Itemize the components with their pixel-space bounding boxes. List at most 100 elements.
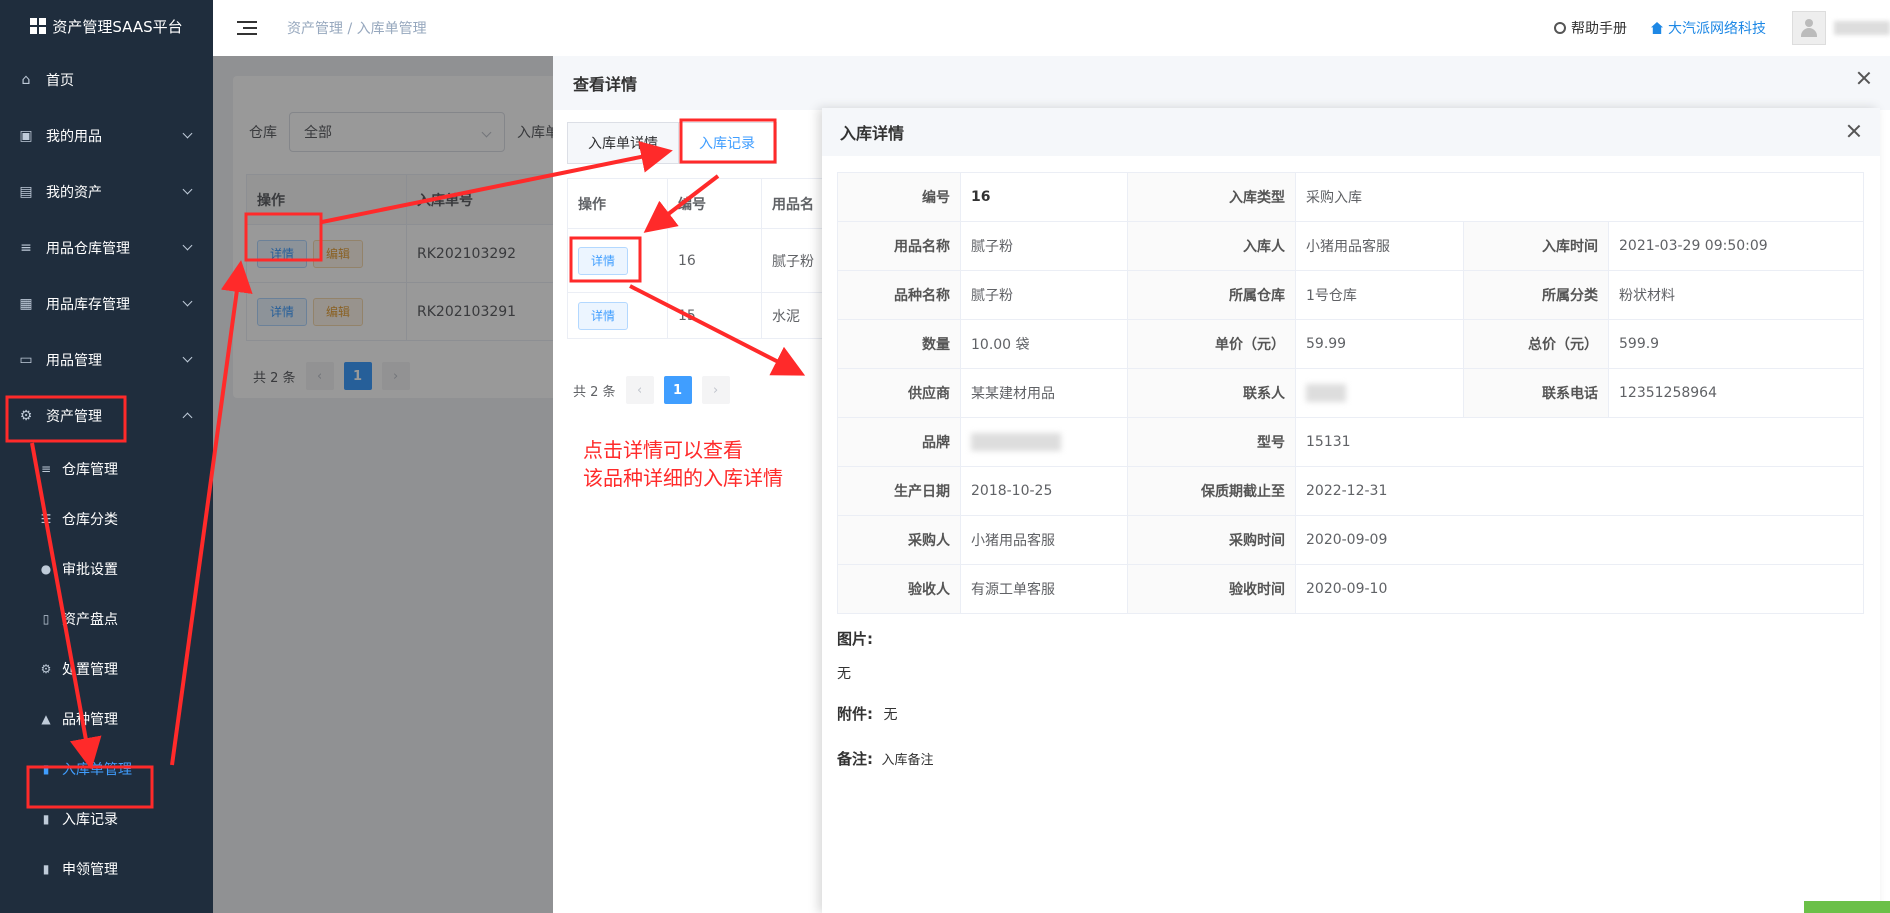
sidebar-item-inventory[interactable]: ▦ 用品库存管理 [0,276,213,332]
column-header: 用品名 [762,179,827,228]
tab-inbound-order-detail[interactable]: 入库单详情 [568,123,679,163]
prev-page-button[interactable]: ‹ [625,376,654,404]
detail-button[interactable]: 详情 [578,246,629,275]
detail-row: 采购人 小猪用品客服 采购时间 2020-09-09 [838,516,1864,565]
record-name: 腻子粉 [762,229,827,292]
avatar[interactable] [1792,11,1826,45]
detail-value: 2018-10-25 [961,467,1128,515]
sidebar-item-warehouse[interactable]: ≡ 用品仓库管理 [0,220,213,276]
sidebar-item-my-assets[interactable]: ▤ 我的资产 [0,164,213,220]
sidebar-item-my-supplies[interactable]: ▣ 我的用品 [0,108,213,164]
detail-value: 12351258964 [1609,369,1864,417]
detail-label: 采购时间 [1128,516,1296,564]
detail-value: 采购入库 [1296,173,1864,221]
sidebar-item-home[interactable]: ⌂ 首页 [0,52,213,108]
sidebar-subitem-inbound-orders[interactable]: ▮ 入库单管理 [0,744,213,794]
detail-row: 生产日期 2018-10-25 保质期截止至 2022-12-31 [838,467,1864,516]
next-page-button[interactable]: › [701,376,730,404]
brand[interactable]: 资产管理SAAS平台 [0,0,213,52]
drawer-close-button[interactable] [1856,70,1874,88]
tab-inbound-records[interactable]: 入库记录 [679,123,776,163]
detail-value: 粉状材料 [1609,271,1864,319]
detail-label: 入库时间 [1464,222,1609,270]
hamburger-menu-icon[interactable] [237,21,257,35]
chevron-down-icon [182,128,193,139]
sidebar-item-label: 首页 [46,73,74,89]
detail-value: 腻子粉 [961,222,1128,270]
sidebar-subitem-warehouse[interactable]: ≡ 仓库管理 [0,444,213,494]
detail-label: 保质期截止至 [1128,467,1296,515]
sidebar-item-supplies[interactable]: ▭ 用品管理 [0,332,213,388]
detail-row: 品牌 型号 15131 [838,418,1864,467]
detail-label: 采购人 [838,516,961,564]
sidebar-subitem-approval[interactable]: ● 审批设置 [0,544,213,594]
record-number: 16 [668,229,762,292]
column-header: 编号 [668,179,762,228]
detail-label: 验收时间 [1128,565,1296,613]
sidebar-item-label: 资产管理 [46,409,102,425]
detail-label: 入库人 [1128,222,1296,270]
detail-value: 有源工单客服 [961,565,1128,613]
bag-icon: ▣ [19,128,33,144]
detail-value: 某某建材用品 [961,369,1128,417]
brand-title: 资产管理SAAS平台 [52,17,183,36]
blurred-contact [1306,384,1346,402]
help-manual-link[interactable]: 帮助手册 [1554,18,1627,38]
sidebar-item-label: 我的资产 [46,185,102,201]
detail-label: 联系人 [1128,369,1296,417]
detail-row: 供应商 某某建材用品 联系人 联系电话 12351258964 [838,369,1864,418]
detail-label: 用品名称 [838,222,961,270]
drawer-close-button[interactable] [1846,123,1862,143]
sidebar-subitem-disposal[interactable]: ⚙ 处置管理 [0,644,213,694]
shopping-bag-icon: ▲ [41,712,51,726]
attachment-label: 附件: [837,705,873,723]
sidebar-subitem-label: 入库单管理 [62,762,132,778]
home-icon [1651,22,1663,34]
detail-label: 所属分类 [1464,271,1609,319]
drawer-title: 查看详情 [553,56,1890,110]
drawer-tabs: 入库单详情 入库记录 [567,122,777,164]
database-icon: ≡ [20,240,32,256]
detail-label: 生产日期 [838,467,961,515]
sidebar-item-label: 用品库存管理 [46,297,130,313]
annotation-line: 点击详情可以查看 [583,438,743,462]
detail-row: 数量 10.00 袋 单价（元） 59.99 总价（元） 599.9 [838,320,1864,369]
sidebar-item-asset-management[interactable]: ⚙ 资产管理 [0,388,213,444]
detail-label: 型号 [1128,418,1296,466]
sidebar-subitem-label: 仓库分类 [62,512,118,528]
remark-value: 入库备注 [881,753,934,768]
sidebar-subitem-warehouse-category[interactable]: ☰ 仓库分类 [0,494,213,544]
detail-value: 2021-03-29 09:50:09 [1609,222,1864,270]
inbox-icon: ▭ [19,352,33,368]
corner-badge [1804,901,1890,913]
sidebar-subitem-stocktake[interactable]: ▯ 资产盘点 [0,594,213,644]
detail-button[interactable]: 详情 [578,301,629,330]
sidebar-subitem-label: 资产盘点 [62,612,118,628]
sidebar-subitem-inbound-records[interactable]: ▮ 入库记录 [0,794,213,844]
table-row: 详情 16 腻子粉 [568,229,827,293]
attachment-line: 附件: 无 [837,703,933,724]
sidebar-subitem-label: 入库记录 [62,812,118,828]
building-icon: ▤ [19,184,33,200]
sidebar-item-label: 用品管理 [46,353,102,369]
detail-label: 数量 [838,320,961,368]
detail-extras: 图片: 无 附件: 无 备注: 入库备注 [837,628,933,783]
detail-value: 2020-09-10 [1296,565,1864,613]
sidebar-subitem-label: 处置管理 [62,662,118,678]
sidebar-item-label: 我的用品 [46,129,102,145]
image-value: 无 [837,666,851,682]
page-number[interactable]: 1 [663,376,692,404]
clipboard-icon: ▮ [42,762,50,776]
company-link[interactable]: 大汽派网络科技 [1651,18,1766,38]
image-label: 图片: [837,630,873,648]
pagination-total: 共 2 条 [573,384,616,400]
table-row: 详情 15 水泥 [568,293,827,339]
sidebar-subitem-label: 仓库管理 [62,462,118,478]
inbound-detail-table: 编号 16 入库类型 采购入库 用品名称 腻子粉 入库人 小猪用品客服 入库时间… [837,172,1864,614]
clipboard-icon: ▮ [42,862,50,876]
sidebar-subitem-label: 审批设置 [62,562,118,578]
chevron-down-icon [182,296,193,307]
sidebar-subitem-requisition[interactable]: ▮ 申领管理 [0,844,213,894]
sidebar-subitem-variety[interactable]: ▲ 品种管理 [0,694,213,744]
detail-value-blurred [961,418,1128,466]
